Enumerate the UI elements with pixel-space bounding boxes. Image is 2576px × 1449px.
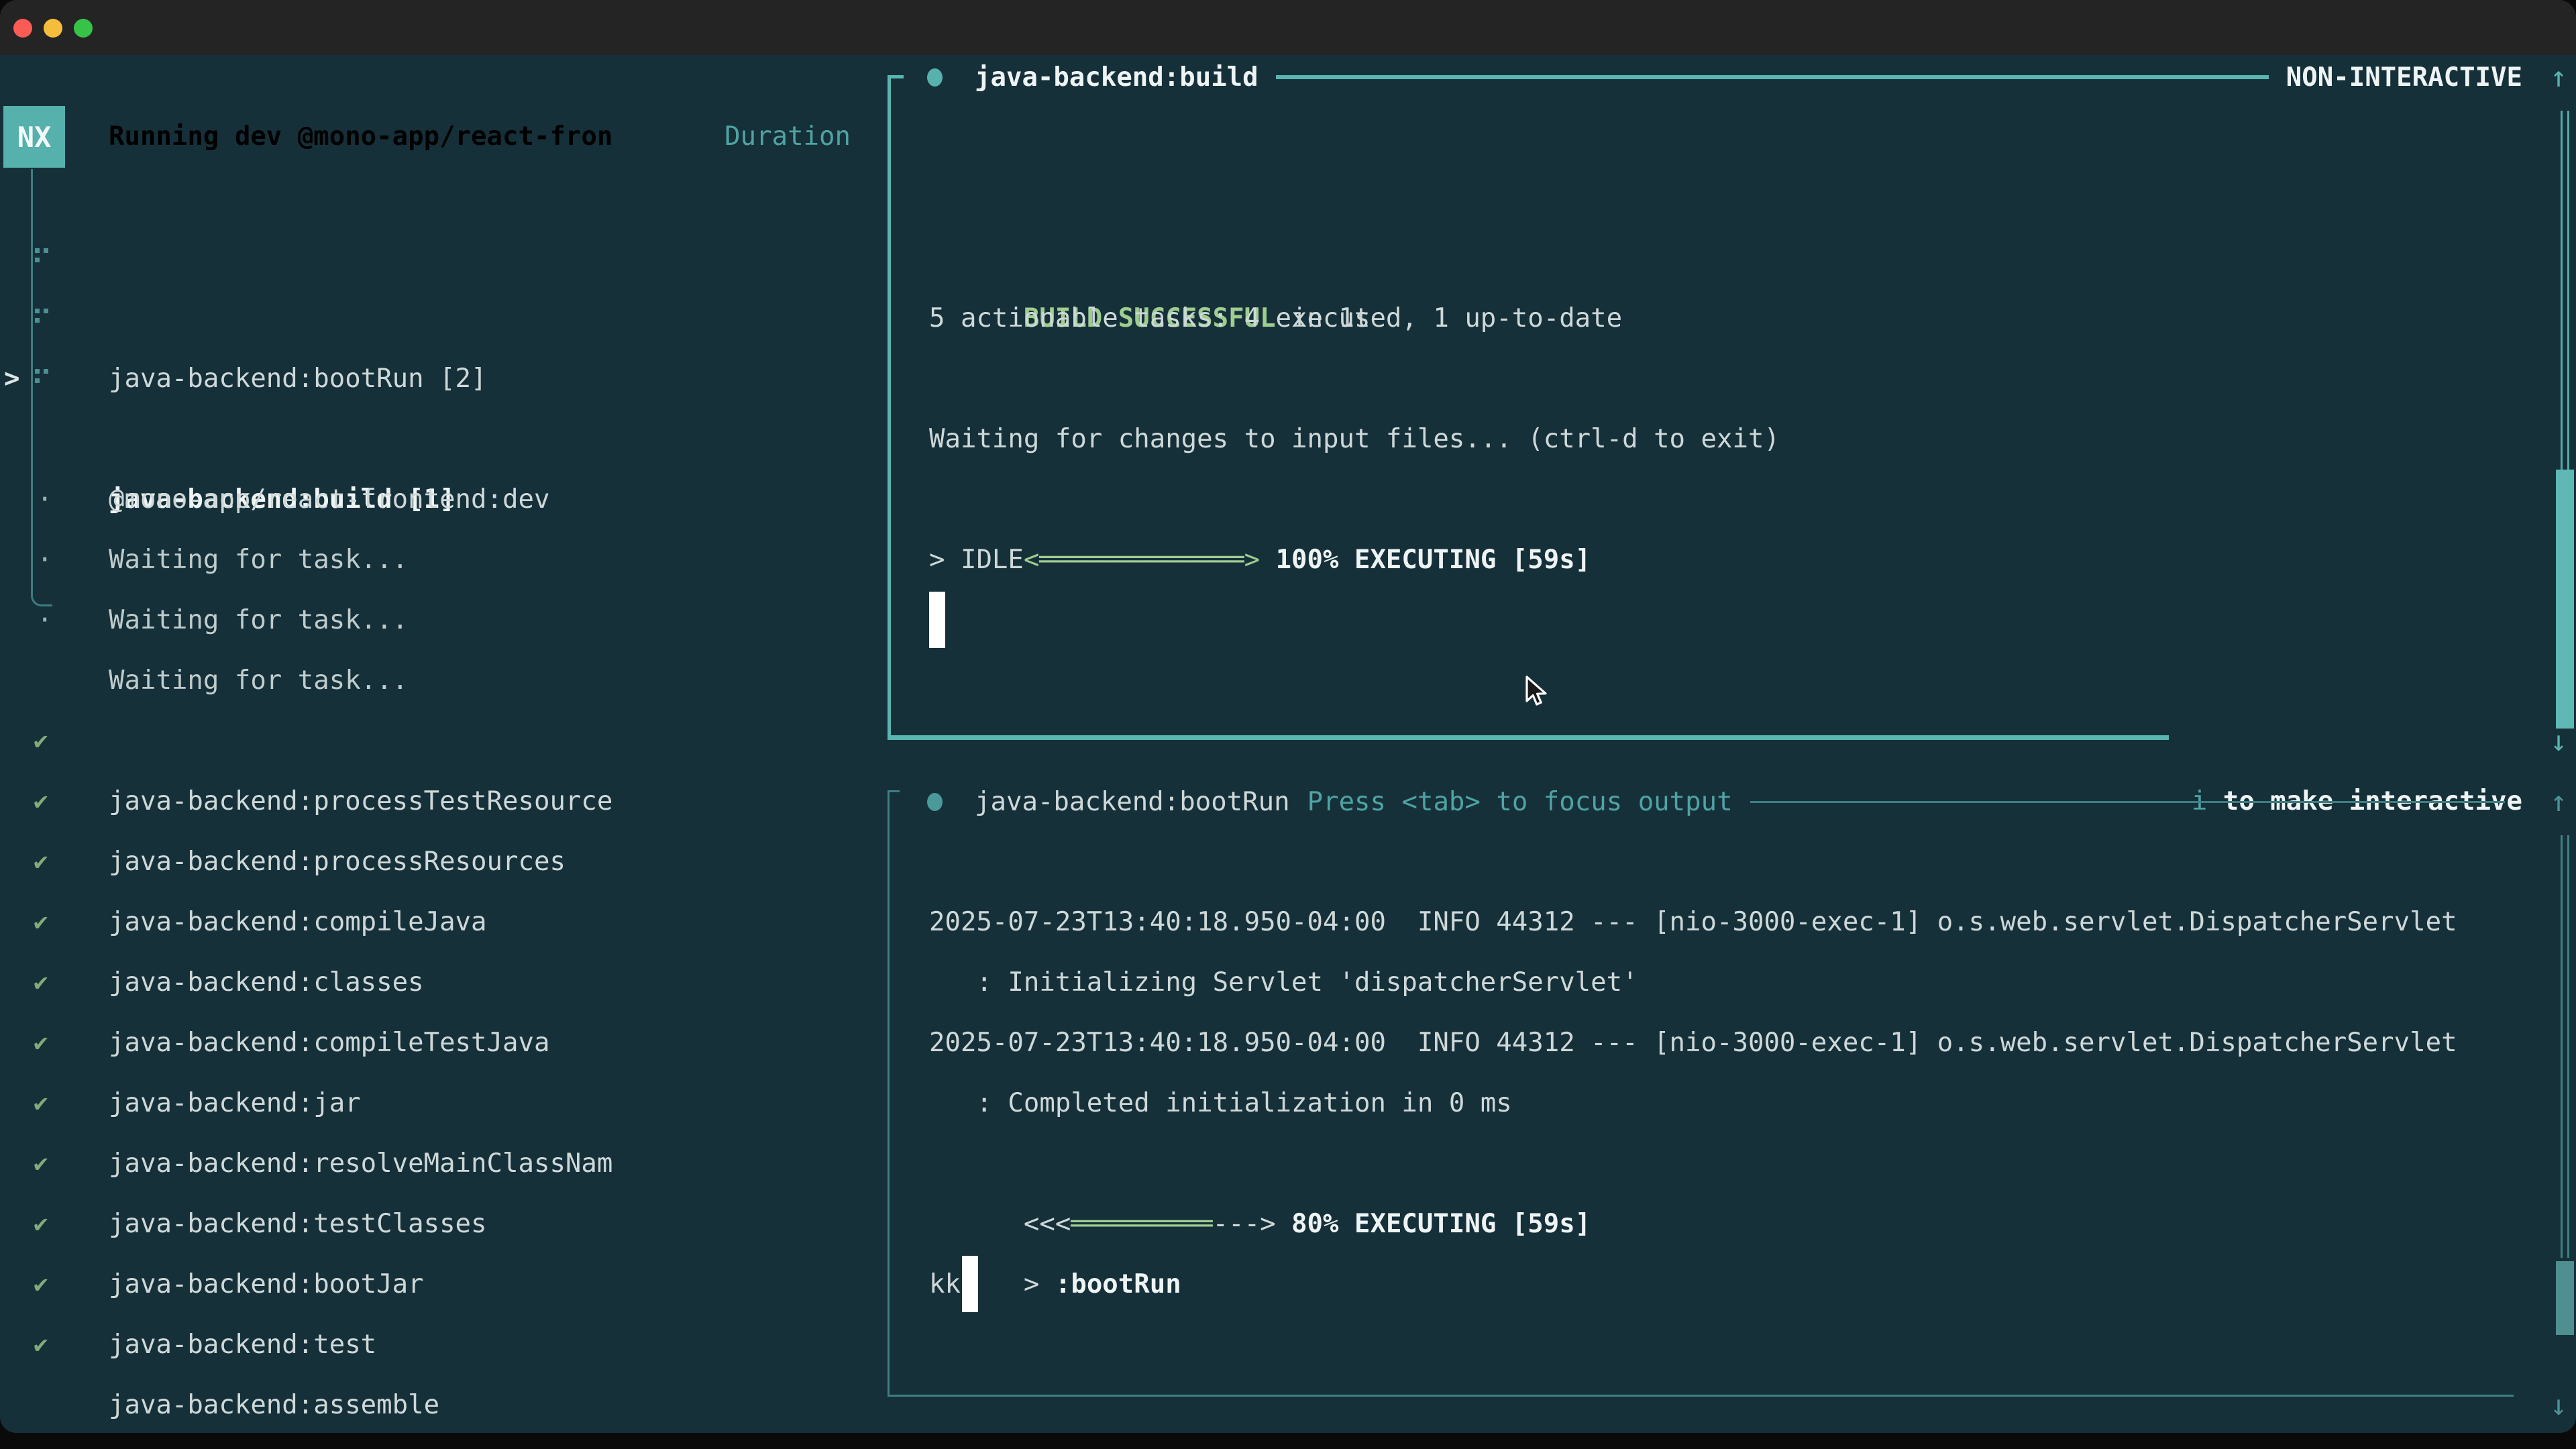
- completed-task-row[interactable]: ✔ java-backend:resolveMainClassNam 1.5s: [0, 1013, 872, 1073]
- mode-badge: NON-INTERACTIVE: [2286, 62, 2522, 93]
- completed-task-row[interactable]: ✔ java-backend:bootJar 1.1s: [0, 1134, 872, 1194]
- user-input-line[interactable]: kk: [929, 1254, 961, 1315]
- build-summary-line: 5 actionable tasks: 4 executed, 1 up-to-…: [929, 288, 1622, 349]
- completed-task-row[interactable]: ✔ java-backend:compileTestJava 808ms: [0, 892, 872, 953]
- check-icon: ✔: [34, 1315, 48, 1375]
- gradle-progress-line: <<<═════════---> 80% EXECUTING [59s]: [929, 1134, 1591, 1194]
- waiting-for-changes-line: Waiting for changes to input files... (c…: [929, 409, 1780, 470]
- spinner-icon: [35, 369, 51, 385]
- panel-border-bottom: [888, 1395, 2514, 1397]
- scrollbar-track[interactable]: [2561, 835, 2569, 1258]
- scrollbar-track[interactable]: [2561, 111, 2569, 470]
- scroll-down-icon[interactable]: ↓: [2545, 711, 2572, 771]
- log-line: : Completed initialization in 0 ms: [929, 1073, 1512, 1134]
- progress-bar-right: --->: [1213, 1209, 1276, 1239]
- prompt-arrow: >: [1024, 1269, 1055, 1299]
- progress-status: 100% EXECUTING [59s]: [1260, 545, 1591, 575]
- terminal-cursor: [929, 592, 945, 648]
- task-name: java-backend:test: [109, 1315, 376, 1375]
- focus-hint: Press <tab> to focus output: [1307, 787, 1733, 817]
- zoom-button-icon[interactable]: [74, 19, 93, 38]
- completed-task-row[interactable]: ✔ java-backend:test 734ms: [0, 1194, 872, 1254]
- minimize-button-icon[interactable]: [44, 19, 62, 38]
- scroll-down-icon[interactable]: ↓: [2545, 1375, 2572, 1433]
- close-button-icon[interactable]: [13, 19, 32, 38]
- idle-prompt-line: > IDLE: [929, 530, 1024, 590]
- completed-task-row[interactable]: ✔ java-backend:processTestResource 889ms: [0, 651, 872, 711]
- task-bullet-icon: [927, 793, 943, 811]
- progress-status: 80% EXECUTING [59s]: [1276, 1209, 1591, 1239]
- completed-task-row[interactable]: ✔ java-backend:assemble 774ms: [0, 1254, 872, 1315]
- scrollbar-thumb[interactable]: [2556, 1261, 2574, 1335]
- log-line: 2025-07-23T13:40:18.950-04:00 INFO 44312…: [929, 892, 2457, 953]
- interactive-hint: i to make interactive: [2097, 711, 2522, 771]
- spinner-icon: [35, 309, 51, 325]
- waiting-task-row: · Waiting for task...: [0, 530, 872, 590]
- completed-task-row[interactable]: ✔ java-backend:classes 1.1s: [0, 832, 872, 892]
- bootrun-panel-header: java-backend:bootRun Press <tab> to focu…: [927, 771, 2522, 832]
- task-row-bootrun[interactable]: java-backend:bootRun [2] Continuous: [0, 228, 872, 288]
- scroll-up-icon[interactable]: ↑: [2545, 771, 2572, 832]
- completed-task-row[interactable]: ✔ java-backend:testClasses 1.3s: [0, 1073, 872, 1134]
- waiting-label: Waiting for task...: [109, 590, 408, 651]
- scrollbar-thumb[interactable]: [2556, 470, 2574, 729]
- progress-bar: <═════════════>: [1024, 545, 1260, 575]
- scroll-up-icon[interactable]: ↑: [2545, 47, 2572, 107]
- mouse-cursor-icon: [1524, 676, 1554, 710]
- task-prompt-line: > :bootRun: [929, 1194, 1181, 1254]
- header-rule: [1750, 801, 2505, 803]
- waiting-task-row: · Waiting for task...: [0, 470, 872, 530]
- completed-task-row[interactable]: ✔ java-backend:jar 1.4s: [0, 953, 872, 1013]
- panel-border-bottom: [888, 735, 2169, 740]
- completed-task-row[interactable]: ✔ java-backend:compileJava 4.3s: [0, 771, 872, 832]
- terminal-window: NX Running dev @mono-app/react-fron Dura…: [0, 0, 2576, 1433]
- build-panel-header: java-backend:build NON-INTERACTIVE: [927, 47, 2522, 107]
- completed-task-row[interactable]: ✔ java-backend:processResources 1.0s: [0, 711, 872, 771]
- prompt-task: :bootRun: [1055, 1269, 1181, 1299]
- log-line: 2025-07-23T13:40:18.950-04:00 INFO 44312…: [929, 1013, 2457, 1073]
- task-bullet-icon: [927, 68, 943, 87]
- nx-logo: NX: [3, 106, 65, 168]
- terminal-cursor: [962, 1256, 978, 1312]
- waiting-task-row: · Waiting for task...: [0, 409, 872, 470]
- duration-column-header: Duration: [724, 107, 851, 167]
- panel-title: java-backend:bootRun: [975, 787, 1290, 817]
- spinner-icon: [35, 248, 51, 264]
- panel-title: java-backend:build: [975, 62, 1258, 93]
- pending-dot-icon: ·: [37, 590, 52, 651]
- build-result-line: BUILD SUCCESSFUL in 1s: [929, 228, 1370, 288]
- task-row-build-selected[interactable]: > java-backend:build [1] Continuous: [0, 288, 872, 349]
- sidebar-title: Running dev @mono-app/react-fron: [109, 107, 612, 167]
- header-rule: [1276, 75, 2269, 79]
- pagination: ← 1/2 →: [37, 1375, 241, 1433]
- gradle-progress-line: <═════════════> 100% EXECUTING [59s]: [929, 470, 1591, 530]
- panel-border: [888, 790, 900, 1397]
- task-row-frontend-dev[interactable]: @mono-app/react-frontend:dev Continuous: [0, 349, 872, 409]
- log-line: : Initializing Servlet 'dispatcherServle…: [929, 953, 1638, 1013]
- panel-border: [888, 75, 904, 739]
- keyboard-hints: quit: q help: ?: [504, 1375, 851, 1433]
